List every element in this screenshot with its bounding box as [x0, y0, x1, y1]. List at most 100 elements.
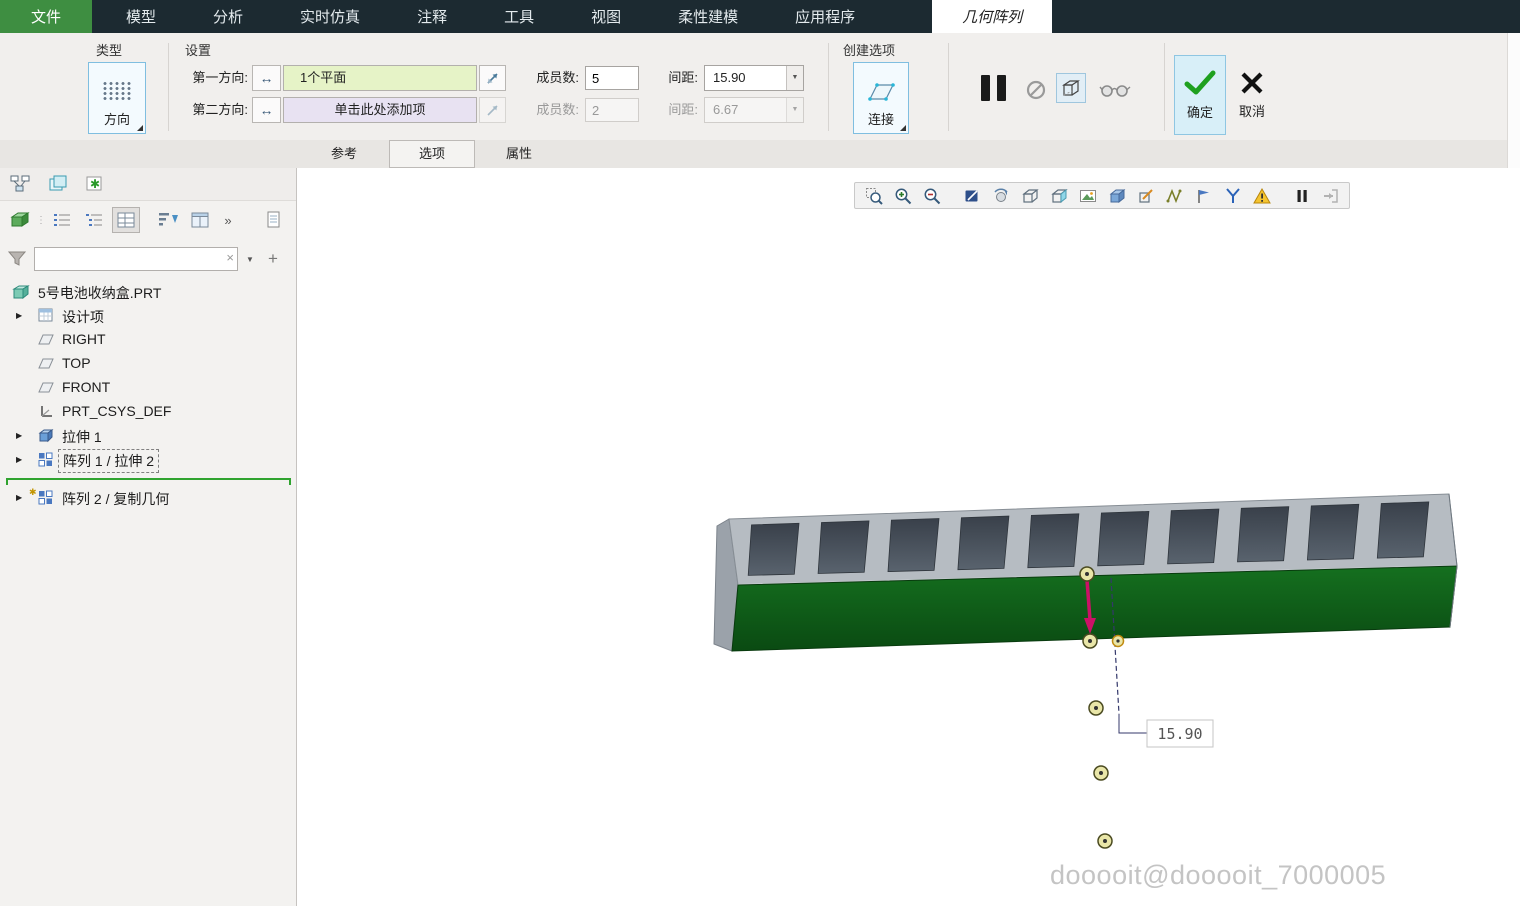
tab-geometry-pattern[interactable]: 几何阵列	[932, 0, 1052, 33]
model-tree-panel: ✱ ⋮	[0, 168, 297, 906]
dropdown-corner-icon	[137, 125, 143, 131]
menu-applications[interactable]: 应用程序	[773, 0, 877, 33]
ok-button-label: 确定	[1187, 102, 1213, 121]
menu-tools[interactable]: 工具	[482, 0, 556, 33]
both-arrow-icon: ↔	[260, 102, 274, 118]
ribbon-separator	[828, 43, 829, 131]
group-title-create-options: 创建选项	[843, 40, 895, 59]
link-option-button[interactable]: 连接	[853, 62, 909, 134]
tree-row-pattern-1[interactable]: ▶ 阵列 1 / 拉伸 2	[0, 448, 296, 472]
spacing1-caret-icon[interactable]: ▼	[786, 66, 803, 90]
menu-flexible-modeling[interactable]: 柔性建模	[656, 0, 760, 33]
spacing1-combobox[interactable]: 15.90 ▼	[704, 65, 804, 91]
insert-here-line[interactable]	[6, 478, 291, 480]
graphics-area[interactable]: 15.90 dooooit@dooooit_7000005	[298, 168, 1520, 906]
main-content: ✱ ⋮	[0, 168, 1520, 906]
ribbon-separator	[1164, 43, 1165, 131]
members1-input[interactable]	[585, 66, 639, 90]
tree-list-view-icon[interactable]	[48, 207, 76, 233]
toolbar-overflow-icon[interactable]: »	[218, 207, 238, 233]
menu-view[interactable]: 视图	[569, 0, 643, 33]
svg-text:✱: ✱	[90, 177, 100, 191]
cancel-button-label: 取消	[1239, 101, 1265, 120]
layer-tree-tab-icon[interactable]	[44, 171, 72, 197]
subtab-properties[interactable]: 属性	[476, 140, 562, 168]
tree-root-row[interactable]: 5号电池收纳盒.PRT	[0, 280, 296, 304]
spacing2-label: 间距:	[656, 97, 698, 123]
tree-item-label-editing[interactable]: 阵列 1 / 拉伸 2	[58, 449, 159, 473]
model-tree-tab-icon[interactable]	[6, 171, 34, 197]
subtab-options[interactable]: 选项	[389, 140, 475, 168]
tree-settings-doc-icon[interactable]	[260, 207, 288, 233]
add-filter-icon[interactable]: +	[268, 249, 278, 269]
no-preview-button[interactable]	[1024, 78, 1048, 102]
first-direction-arrow-button[interactable]: ↔	[252, 65, 281, 91]
menu-live-simulation[interactable]: 实时仿真	[278, 0, 382, 33]
tree-item-label[interactable]: 拉伸 1	[62, 427, 102, 447]
second-direction-collector[interactable]: 单击此处添加项	[283, 97, 477, 123]
pause-bar-icon	[981, 75, 990, 101]
flip-icon	[485, 103, 500, 118]
tree-row-right-plane[interactable]: RIGHT	[0, 328, 296, 352]
spacing2-value: 6.67	[713, 102, 738, 117]
first-direction-flip-button[interactable]	[479, 65, 506, 91]
tree-row-design-items[interactable]: ▶ 设计项	[0, 304, 296, 328]
application-window: 文件 模型 分析 实时仿真 注释 工具 视图 柔性建模 应用程序 几何阵列 类型…	[0, 0, 1520, 906]
spacing1-value: 15.90	[713, 70, 746, 85]
menu-annotate[interactable]: 注释	[395, 0, 469, 33]
part-icon	[12, 284, 30, 300]
clear-search-icon[interactable]: ×	[226, 250, 234, 265]
first-direction-collector[interactable]: 1个平面	[283, 65, 477, 91]
both-arrow-icon: ↔	[260, 70, 274, 86]
tree-row-pattern-2[interactable]: ▶ ✱ 阵列 2 / 复制几何	[0, 486, 296, 510]
tree-item-label[interactable]: PRT_CSYS_DEF	[62, 403, 171, 419]
tree-row-front-plane[interactable]: FRONT	[0, 376, 296, 400]
tree-filter-sort-icon[interactable]	[154, 207, 182, 233]
tree-columns-settings-icon[interactable]	[186, 207, 214, 233]
dimension-value-text[interactable]: 15.90	[1157, 725, 1202, 743]
spacing2-combobox: 6.67 ▼	[704, 97, 804, 123]
battery-slot	[888, 519, 939, 572]
menu-file[interactable]: 文件	[0, 0, 92, 33]
menu-analysis[interactable]: 分析	[191, 0, 265, 33]
expand-icon[interactable]: ▶	[16, 311, 22, 320]
menu-model[interactable]: 模型	[104, 0, 178, 33]
tree-item-label[interactable]: 设计项	[62, 307, 104, 327]
members2-label: 成员数:	[521, 97, 579, 123]
cancel-button[interactable]: 取消	[1228, 55, 1276, 135]
tree-item-label[interactable]: TOP	[62, 355, 91, 371]
tree-row-top-plane[interactable]: TOP	[0, 352, 296, 376]
model-viewport[interactable]: 15.90	[298, 168, 1520, 906]
expand-icon[interactable]: ▶	[16, 493, 22, 502]
tree-item-label[interactable]: RIGHT	[62, 331, 106, 347]
preview-glasses-button[interactable]	[1098, 81, 1132, 99]
expand-icon[interactable]: ▶	[16, 455, 22, 464]
tree-indent-view-icon[interactable]	[80, 207, 108, 233]
second-direction-label: 第二方向:	[184, 97, 248, 123]
glasses-icon	[1099, 82, 1131, 98]
tree-row-csys[interactable]: PRT_CSYS_DEF	[0, 400, 296, 424]
tree-search-input[interactable]	[34, 247, 238, 271]
expand-icon[interactable]: ▶	[16, 431, 22, 440]
tree-column-view-icon[interactable]	[112, 207, 140, 233]
tree-item-label[interactable]: 阵列 2 / 复制几何	[62, 489, 169, 509]
favorites-tab-icon[interactable]: ✱	[82, 171, 110, 197]
battery-slot	[1098, 511, 1149, 565]
ok-button[interactable]: 确定	[1174, 55, 1226, 135]
pause-button[interactable]	[976, 73, 1010, 103]
tree-row-extrude-1[interactable]: ▶ 拉伸 1	[0, 424, 296, 448]
tree-item-label[interactable]: FRONT	[62, 379, 110, 395]
battery-slot	[1028, 514, 1079, 568]
search-dropdown-icon[interactable]: ▼	[242, 255, 258, 264]
navigator-tab-row: ✱	[0, 168, 296, 201]
second-direction-arrow-button[interactable]: ↔	[252, 97, 281, 123]
group-title-settings: 设置	[185, 40, 211, 59]
insertion-locator-row[interactable]	[0, 472, 296, 486]
x-icon	[1240, 71, 1264, 95]
subtab-references[interactable]: 参考	[300, 140, 388, 168]
active-model-icon[interactable]	[6, 207, 34, 233]
tree-root-label[interactable]: 5号电池收纳盒.PRT	[38, 283, 161, 303]
direction-type-button[interactable]: 方向	[88, 62, 146, 134]
preview-toggle-button[interactable]	[1056, 73, 1086, 103]
datum-plane-icon	[38, 332, 54, 347]
